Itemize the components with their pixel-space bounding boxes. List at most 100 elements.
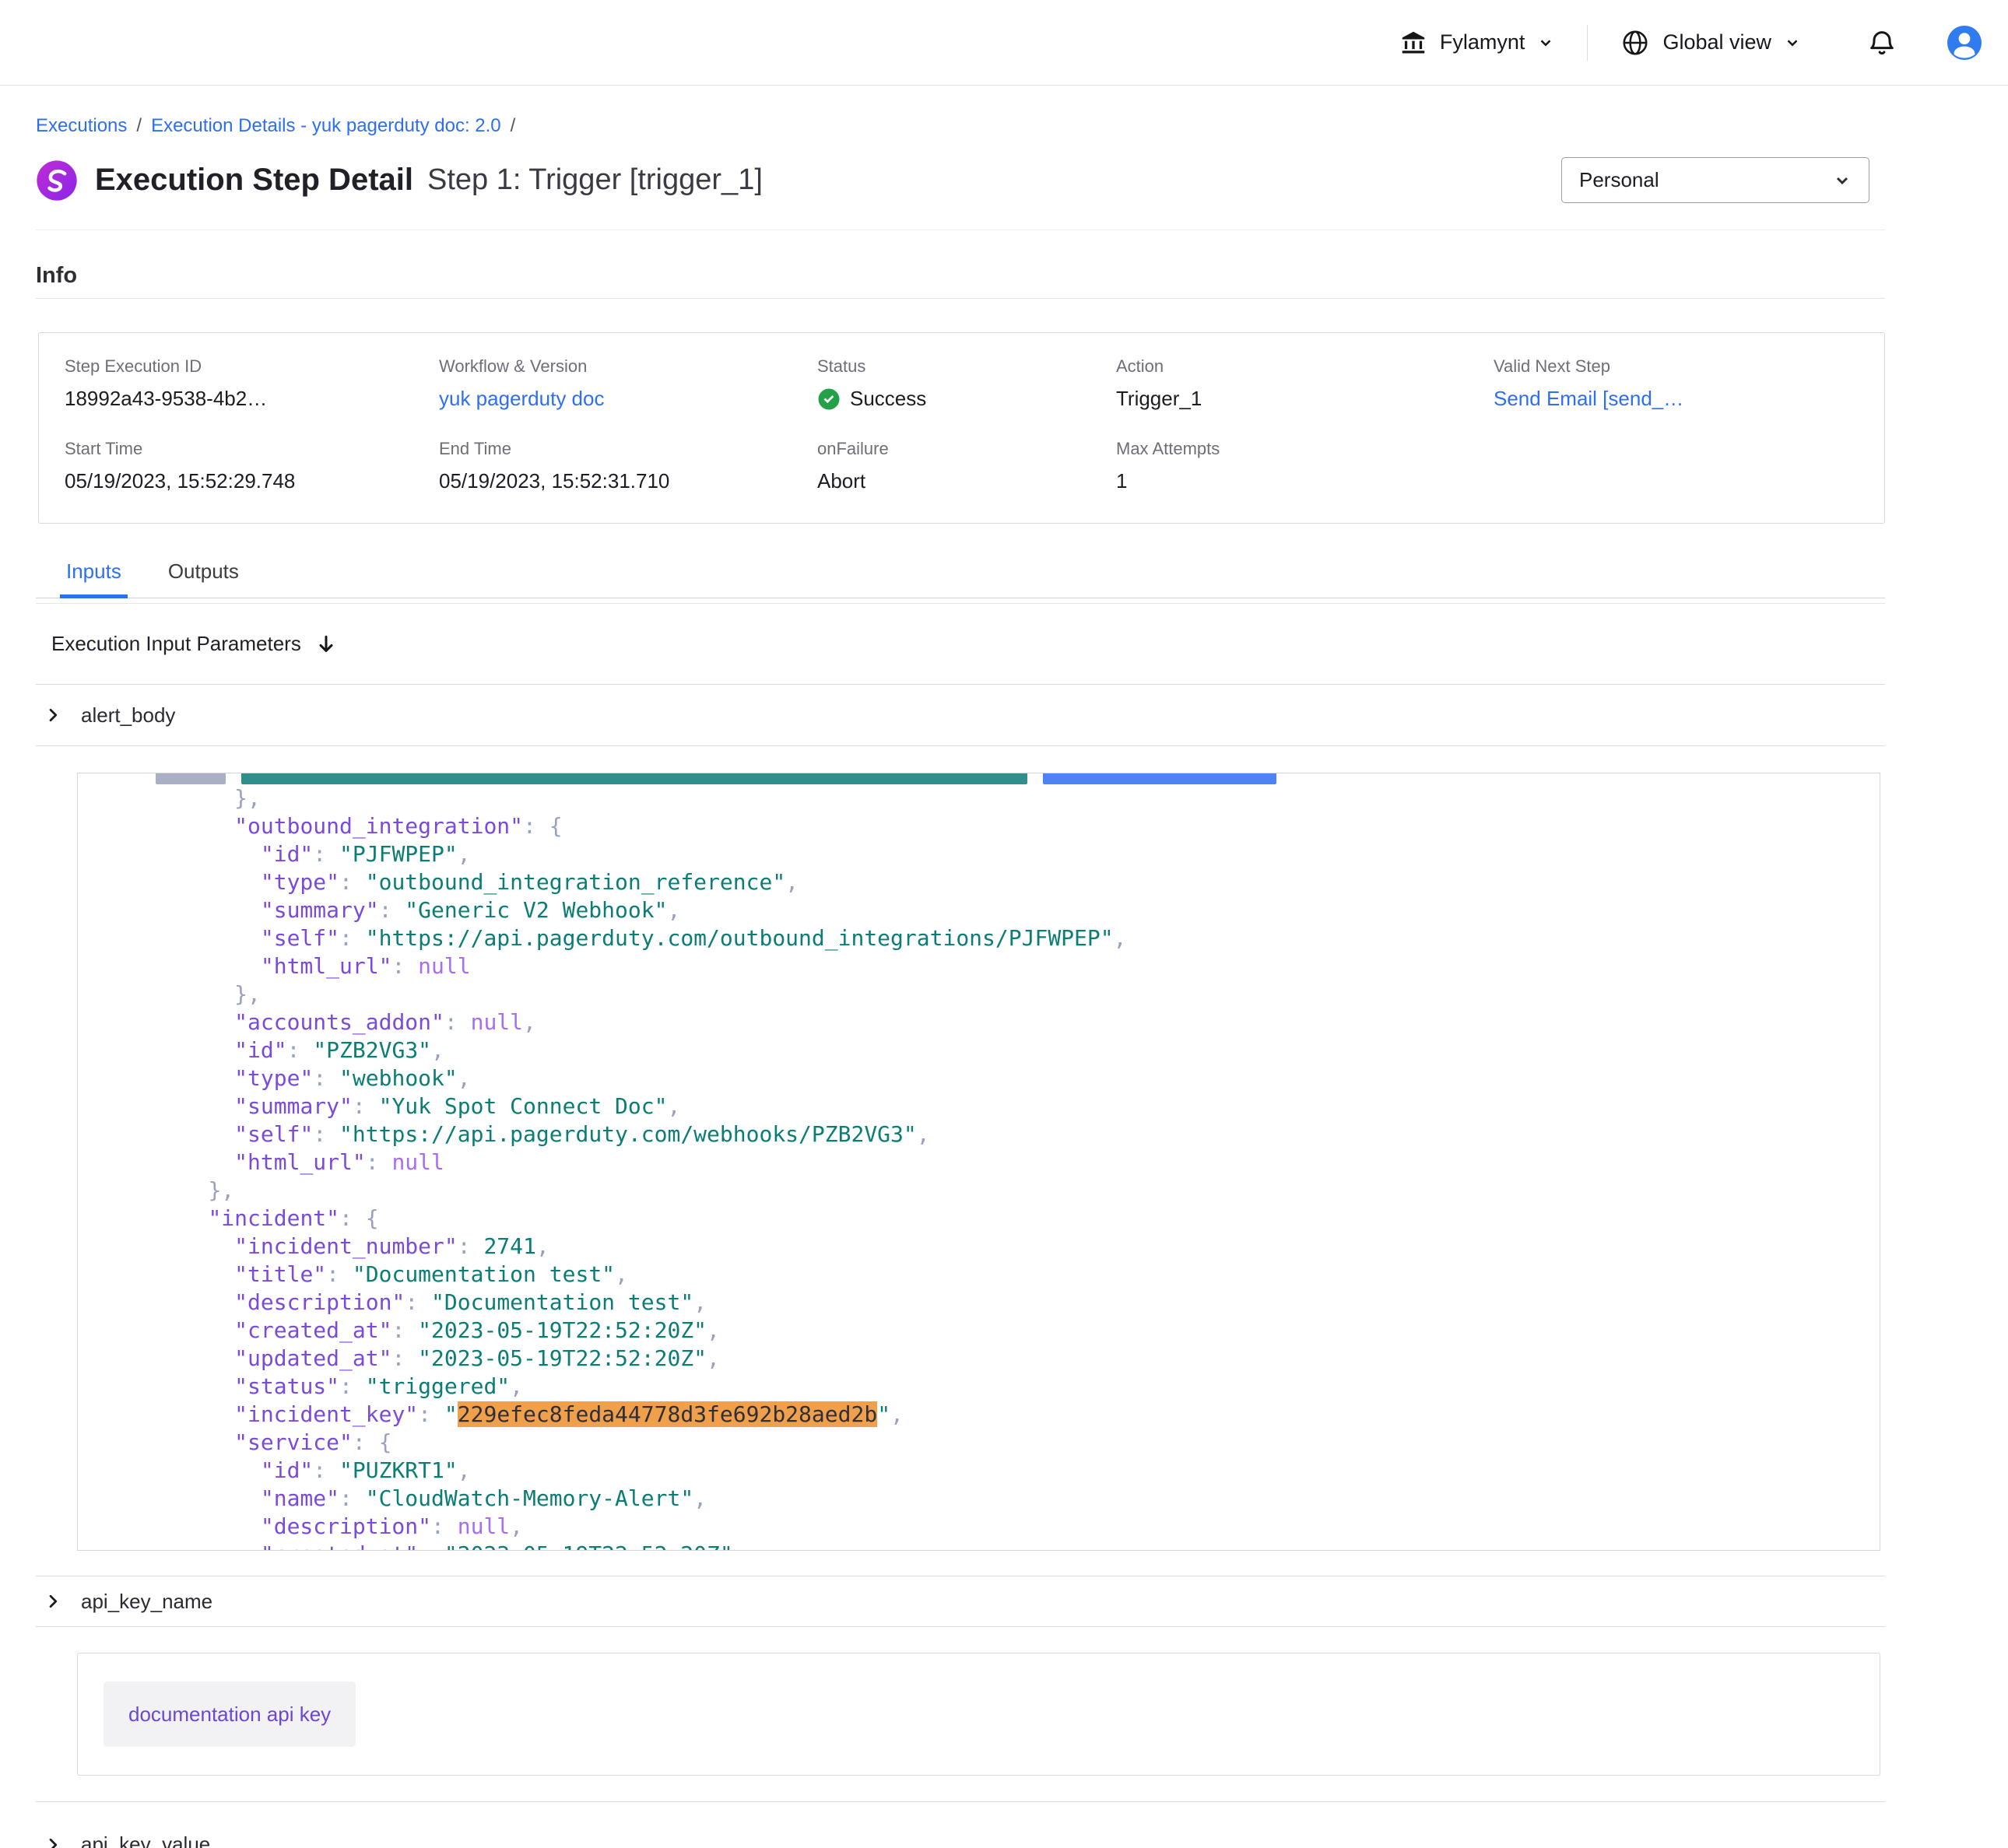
code-line: "html_url": null: [156, 1148, 1861, 1176]
param-row-label: alert_body: [81, 703, 175, 728]
view-label: Global view: [1662, 30, 1771, 54]
success-check-icon: [817, 387, 841, 411]
code-line: },: [156, 1176, 1861, 1205]
param-row-api-key-name[interactable]: api_key_name: [36, 1576, 1885, 1627]
code-line: "description": null,: [156, 1513, 1861, 1541]
code-line: "type": "webhook",: [156, 1064, 1861, 1092]
params-heading: Execution Input Parameters: [51, 632, 301, 656]
code-line-partial: [156, 773, 1861, 784]
chevron-down-icon: [1537, 34, 1554, 51]
param-row-alert-body[interactable]: alert_body: [36, 685, 1885, 746]
chevron-right-icon[interactable]: [44, 1836, 62, 1848]
code-line: "title": "Documentation test",: [156, 1261, 1861, 1289]
code-line: "id": "PJFWPEP",: [156, 840, 1861, 868]
code-line: "description": "Documentation test",: [156, 1289, 1861, 1317]
breadcrumb-link-execution-details[interactable]: Execution Details - yuk pagerduty doc: 2…: [151, 115, 501, 137]
field-label: onFailure: [817, 439, 1116, 459]
highlighted-incident-key: 229efec8feda44778d3fe692b28aed2b: [458, 1401, 877, 1427]
code-line: "incident_key": "229efec8feda44778d3fe69…: [156, 1401, 1861, 1429]
view-switcher[interactable]: Global view: [1620, 28, 1801, 58]
tab-outputs[interactable]: Outputs: [162, 547, 245, 598]
api-key-name-value-panel: documentation api key: [77, 1653, 1880, 1776]
status-badge: Success: [817, 387, 1116, 411]
breadcrumb: Executions / Execution Details - yuk pag…: [36, 115, 1885, 137]
tab-bar: Inputs Outputs: [36, 547, 1885, 598]
notifications-button[interactable]: [1866, 27, 1897, 58]
code-line: "created_at": "2023-05-19T22:52:20Z",: [156, 1541, 1861, 1551]
scope-select[interactable]: Personal: [1561, 157, 1869, 203]
scope-select-value: Personal: [1579, 168, 1659, 192]
info-divider: [36, 298, 1885, 299]
code-line: },: [156, 784, 1861, 812]
chevron-right-icon[interactable]: [44, 706, 62, 724]
api-key-name-chip[interactable]: documentation api key: [104, 1681, 356, 1747]
code-line: "accounts_addon": null,: [156, 1008, 1861, 1036]
field-on-failure: onFailure Abort: [817, 439, 1116, 493]
code-line: },: [156, 980, 1861, 1008]
code-line: "created_at": "2023-05-19T22:52:20Z",: [156, 1317, 1861, 1345]
breadcrumb-link-executions[interactable]: Executions: [36, 115, 127, 137]
field-label: Valid Next Step: [1494, 356, 1861, 377]
code-line: "summary": "Yuk Spot Connect Doc",: [156, 1092, 1861, 1120]
main-content: Executions / Execution Details - yuk pag…: [0, 115, 2008, 1848]
info-panel: Step Execution ID 18992a43-9538-4b2… Wor…: [38, 332, 1885, 524]
code-line: "self": "https://api.pagerduty.com/outbo…: [156, 924, 1861, 952]
field-label: Status: [817, 356, 1116, 377]
bank-icon: [1399, 29, 1427, 57]
caret-down-icon: [1833, 171, 1852, 190]
field-step-execution-id: Step Execution ID 18992a43-9538-4b2…: [65, 356, 439, 411]
code-line: "self": "https://api.pagerduty.com/webho…: [156, 1120, 1861, 1148]
alert-body-code-viewer[interactable]: }, "outbound_integration": { "id": "PJFW…: [77, 773, 1880, 1551]
tab-inputs[interactable]: Inputs: [60, 547, 128, 598]
chevron-down-icon: [1784, 34, 1801, 51]
field-label: Max Attempts: [1116, 439, 1494, 459]
breadcrumb-separator: /: [136, 115, 142, 137]
code-line: "incident": {: [156, 1205, 1861, 1233]
code-line: "name": "CloudWatch-Memory-Alert",: [156, 1485, 1861, 1513]
field-status: Status Success: [817, 356, 1116, 411]
user-avatar-icon[interactable]: [1946, 24, 1983, 61]
field-action: Action Trigger_1: [1116, 356, 1494, 411]
globe-icon: [1620, 28, 1650, 58]
code-lines: }, "outbound_integration": { "id": "PJFW…: [78, 773, 1880, 1551]
field-workflow-version: Workflow & Version yuk pagerduty doc: [439, 356, 817, 411]
org-switcher[interactable]: Fylamynt: [1399, 29, 1555, 57]
topbar-divider: [1587, 25, 1588, 61]
field-label: Start Time: [65, 439, 439, 459]
code-line: "service": {: [156, 1429, 1861, 1457]
field-end-time: End Time 05/19/2023, 15:52:31.710: [439, 439, 817, 493]
field-value: 18992a43-9538-4b2…: [65, 387, 439, 411]
chevron-right-icon[interactable]: [44, 1592, 62, 1611]
params-header: Execution Input Parameters: [36, 604, 1885, 685]
param-row-api-key-value[interactable]: api_key_value: [36, 1801, 1885, 1848]
field-label: Action: [1116, 356, 1494, 377]
code-line: "type": "outbound_integration_reference"…: [156, 868, 1861, 896]
breadcrumb-separator: /: [511, 115, 516, 137]
code-line: "outbound_integration": {: [156, 812, 1861, 840]
page-subtitle: Step 1: Trigger [trigger_1]: [427, 163, 763, 197]
code-line: "id": "PZB2VG3",: [156, 1036, 1861, 1064]
arrow-down-icon[interactable]: [315, 633, 337, 655]
field-max-attempts: Max Attempts 1: [1116, 439, 1494, 493]
workflow-logo-icon: [36, 160, 78, 202]
page-title: Execution Step Detail: [95, 163, 413, 198]
info-heading: Info: [36, 263, 1885, 289]
field-label: Step Execution ID: [65, 356, 439, 377]
field-value: 05/19/2023, 15:52:31.710: [439, 469, 817, 493]
code-line: "incident_number": 2741,: [156, 1233, 1861, 1261]
status-text: Success: [850, 387, 926, 411]
field-value: 05/19/2023, 15:52:29.748: [65, 469, 439, 493]
field-value: Abort: [817, 469, 1116, 493]
param-row-label: api_key_name: [81, 1590, 212, 1614]
field-valid-next-step: Valid Next Step Send Email [send_…: [1494, 356, 1861, 411]
code-line: "status": "triggered",: [156, 1373, 1861, 1401]
field-value: 1: [1116, 469, 1494, 493]
org-label: Fylamynt: [1440, 30, 1525, 54]
field-start-time: Start Time 05/19/2023, 15:52:29.748: [65, 439, 439, 493]
workflow-link[interactable]: yuk pagerduty doc: [439, 387, 604, 410]
field-label: Workflow & Version: [439, 356, 817, 377]
next-step-link[interactable]: Send Email [send_…: [1494, 387, 1683, 410]
code-line: "id": "PUZKRT1",: [156, 1457, 1861, 1485]
field-label: End Time: [439, 439, 817, 459]
page-header: Execution Step Detail Step 1: Trigger [t…: [36, 157, 1885, 203]
